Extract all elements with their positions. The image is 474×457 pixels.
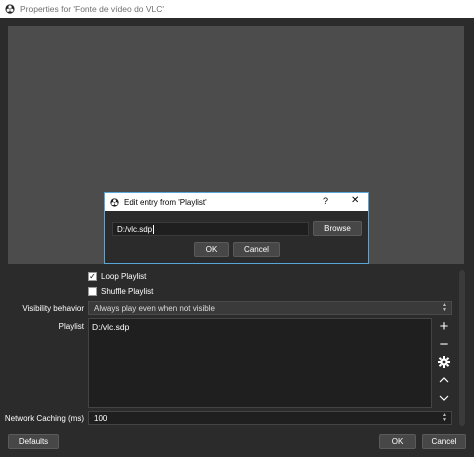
remove-icon[interactable]: − (436, 336, 452, 353)
add-icon[interactable]: + (436, 318, 452, 335)
entry-path-input[interactable]: D:/vlc.sdp (112, 222, 309, 236)
playlist-label: Playlist (58, 322, 84, 331)
browse-button[interactable]: Browse (313, 221, 362, 236)
dialog-cancel-button[interactable]: Cancel (233, 242, 280, 257)
visibility-behavior-value: Always play even when not visible (94, 303, 215, 313)
check-icon: ✓ (89, 272, 96, 281)
dialog-titlebar: Edit entry from 'Playlist' (105, 193, 368, 211)
window-titlebar: Properties for 'Fonte de vídeo do VLC' (0, 0, 474, 18)
obs-logo-icon (5, 4, 15, 14)
move-up-icon[interactable] (436, 372, 452, 388)
shuffle-checkbox-box[interactable] (88, 287, 97, 296)
edit-entry-dialog: Edit entry from 'Playlist' ? ✕ D:/vlc.sd… (104, 192, 369, 264)
visibility-behavior-select[interactable]: Always play even when not visible ▲ ▼ (88, 301, 452, 315)
dialog-title: Edit entry from 'Playlist' (124, 197, 207, 207)
panel-scrollbar[interactable] (459, 270, 465, 426)
playlist-list[interactable]: D:/vlc.sdp (88, 318, 432, 408)
dialog-ok-button[interactable]: OK (194, 242, 229, 257)
loop-playlist-label: Loop Playlist (101, 272, 147, 281)
ok-button[interactable]: OK (379, 434, 416, 449)
network-caching-value: 100 (94, 413, 108, 423)
network-caching-spinbox[interactable]: 100 ▲ ▼ (88, 411, 452, 425)
text-cursor (153, 224, 155, 234)
gear-icon-svg (438, 356, 450, 368)
combo-arrows-icon: ▲ ▼ (442, 302, 447, 313)
cancel-button[interactable]: Cancel (422, 434, 466, 449)
chevron-up-icon (439, 377, 449, 383)
chevron-down-icon (439, 395, 449, 401)
loop-checkbox-box[interactable]: ✓ (88, 272, 97, 281)
visibility-behavior-label: Visibility behavior (22, 304, 84, 313)
network-caching-label: Network Caching (ms) (4, 414, 84, 423)
obs-logo-icon (110, 197, 119, 207)
loop-playlist-checkbox[interactable]: ✓ Loop Playlist (88, 272, 146, 281)
list-item[interactable]: D:/vlc.sdp (89, 319, 431, 335)
window-title: Properties for 'Fonte de vídeo do VLC' (20, 4, 165, 14)
gear-icon[interactable] (436, 354, 452, 370)
help-icon[interactable]: ? (323, 196, 328, 206)
defaults-button[interactable]: Defaults (8, 434, 59, 449)
close-icon[interactable]: ✕ (351, 195, 359, 206)
entry-path-value: D:/vlc.sdp (117, 224, 153, 234)
shuffle-playlist-checkbox[interactable]: Shuffle Playlist (88, 287, 153, 296)
move-down-icon[interactable] (436, 390, 452, 406)
shuffle-playlist-label: Shuffle Playlist (101, 287, 154, 296)
spin-arrows-icon[interactable]: ▲ ▼ (442, 413, 447, 423)
